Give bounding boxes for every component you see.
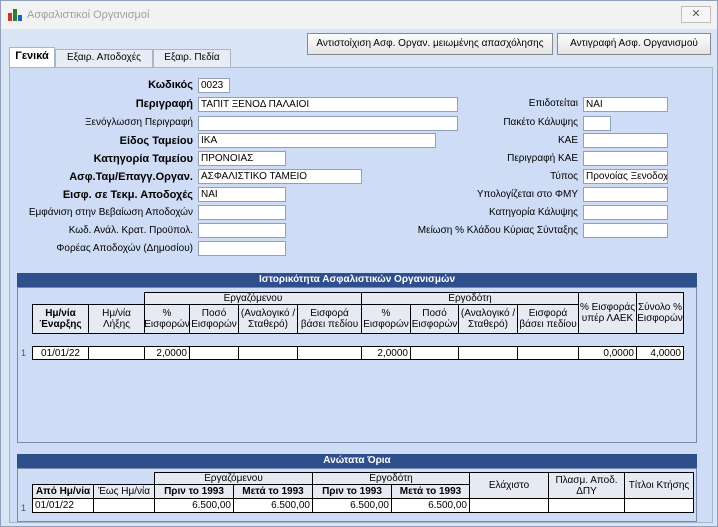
history-col-laek[interactable]: % Εισφοράς υπέρ ΛΑΕΚ bbox=[578, 292, 637, 334]
limits-section-header: Ανώτατα Όρια bbox=[17, 454, 697, 468]
history-cell-employer-proportional[interactable] bbox=[458, 346, 518, 360]
entry-in-earnings-field[interactable]: ΝΑΙ bbox=[198, 187, 286, 202]
branch-reduction-field[interactable] bbox=[583, 223, 668, 238]
coverage-package-label: Πακέτο Κάλυψης bbox=[503, 117, 578, 128]
limits-col-multiplier[interactable]: Πλασμ. Αποδ. ΔΠΥ bbox=[548, 472, 625, 499]
fund-category-field[interactable]: ΠΡΟΝΟΙΑΣ bbox=[198, 151, 286, 166]
subsidized-label: Επιδοτείται bbox=[528, 98, 578, 109]
limits-cell-titles[interactable] bbox=[624, 498, 694, 513]
history-col-total[interactable]: Σύνολο % Εισφορών bbox=[636, 292, 684, 334]
limits-col-employer-before[interactable]: Πριν το 1993 bbox=[312, 484, 392, 499]
tab-excluded-fields[interactable]: Εξαιρ. Πεδία bbox=[153, 49, 231, 67]
history-cell-employee-pct[interactable]: 2,0000 bbox=[144, 346, 190, 360]
history-cell-employee-field[interactable] bbox=[297, 346, 362, 360]
type-label: Τύπος bbox=[550, 171, 578, 182]
history-col-employer-amount[interactable]: Ποσό Εισφορών bbox=[410, 304, 459, 334]
foreign-description-label: Ξενόγλωσση Περιγραφή bbox=[85, 117, 193, 128]
history-cell-employer-pct[interactable]: 2,0000 bbox=[361, 346, 411, 360]
history-cell-employer-amount[interactable] bbox=[410, 346, 459, 360]
limits-col-titles[interactable]: Τίτλοι Κτήσης bbox=[624, 472, 694, 499]
fund-type-label: Είδος Ταμείου bbox=[119, 135, 193, 147]
history-cell-employer-field[interactable] bbox=[517, 346, 579, 360]
calc-fmy-field[interactable] bbox=[583, 187, 668, 202]
earnings-body-field[interactable] bbox=[198, 241, 286, 256]
limits-cell-from[interactable]: 01/01/22 bbox=[32, 498, 94, 513]
type-field[interactable]: Προνοίας Ξενοδοχ bbox=[583, 169, 668, 184]
limits-col-from[interactable]: Από Ημ/νία bbox=[32, 484, 94, 499]
limits-col-to[interactable]: Έως Ημ/νία bbox=[93, 484, 155, 499]
history-grid: Εργαζόμενου Εργοδότη Ημ/νία Έναρξης Ημ/ν… bbox=[17, 287, 697, 443]
limits-col-employee-after[interactable]: Μετά το 1993 bbox=[233, 484, 313, 499]
app-icon bbox=[8, 8, 22, 22]
code-field[interactable]: 0023 bbox=[198, 78, 230, 93]
code-label: Κωδικός bbox=[148, 79, 193, 91]
limits-cell-employer-after[interactable]: 6.500,00 bbox=[391, 498, 470, 513]
kae-field[interactable] bbox=[583, 133, 668, 148]
history-cell-laek[interactable]: 0,0000 bbox=[578, 346, 637, 360]
earnings-body-label: Φορέας Αποδοχών (Δημοσίου) bbox=[56, 243, 193, 254]
history-col-end[interactable]: Ημ/νία Λήξης bbox=[88, 304, 145, 334]
insurance-org-label: Ασφ.Ταμ/Επαγγ.Οργαν. bbox=[69, 171, 193, 183]
limits-row-number: 1 bbox=[21, 503, 27, 513]
branch-reduction-label: Μείωση % Κλάδου Κύριας Σύνταξης bbox=[417, 225, 578, 236]
show-in-certificate-label: Εμφάνιση στην Βεβαίωση Αποδοχών bbox=[28, 207, 193, 218]
history-col-employee-amount[interactable]: Ποσό Εισφορών bbox=[189, 304, 239, 334]
coverage-category-field[interactable] bbox=[583, 205, 668, 220]
fund-category-label: Κατηγορία Ταμείου bbox=[93, 153, 193, 165]
limits-cell-employee-before[interactable]: 6.500,00 bbox=[154, 498, 234, 513]
limits-cell-to[interactable] bbox=[93, 498, 155, 513]
limits-col-employer-after[interactable]: Μετά το 1993 bbox=[391, 484, 470, 499]
kae-description-field[interactable] bbox=[583, 151, 668, 166]
limits-col-employee-before[interactable]: Πριν το 1993 bbox=[154, 484, 234, 499]
limits-col-minimum[interactable]: Ελάχιστο bbox=[469, 472, 549, 499]
copy-org-button[interactable]: Αντιγραφή Ασφ. Οργανισμού bbox=[557, 33, 711, 55]
close-button[interactable]: ✕ bbox=[681, 6, 711, 23]
subsidized-field[interactable]: ΝΑΙ bbox=[583, 97, 668, 112]
limits-grid: Εργαζόμενου Εργοδότη Από Ημ/νία Έως Ημ/ν… bbox=[17, 468, 697, 522]
kae-label: ΚΑΕ bbox=[557, 135, 578, 146]
entry-in-earnings-label: Εισφ. σε Τεκμ. Αποδοχές bbox=[62, 189, 193, 201]
tab-general[interactable]: Γενικά bbox=[9, 47, 55, 67]
analysis-code-label: Κωδ. Ανάλ. Κρατ. Προϋπολ. bbox=[68, 225, 193, 236]
history-cell-end[interactable] bbox=[88, 346, 145, 360]
history-col-employer-proportional[interactable]: (Αναλογικό / Σταθερό) bbox=[458, 304, 518, 334]
kae-description-label: Περιγραφή ΚΑΕ bbox=[507, 153, 578, 164]
history-cell-employee-proportional[interactable] bbox=[238, 346, 298, 360]
limits-cell-minimum[interactable] bbox=[469, 498, 549, 513]
history-col-employee-field[interactable]: Εισφορά βάσει πεδίου bbox=[297, 304, 362, 334]
history-section-header: Ιστορικότητα Ασφαλιστικών Οργανισμών bbox=[17, 273, 697, 287]
insurance-org-field[interactable]: ΑΣΦΑΛΙΣΤΙΚΟ ΤΑΜΕΙΟ bbox=[198, 169, 362, 184]
history-col-employer-field[interactable]: Εισφορά βάσει πεδίου bbox=[517, 304, 579, 334]
limits-cell-employee-after[interactable]: 6.500,00 bbox=[233, 498, 313, 513]
window-title: Ασφαλιστικοί Οργανισμοί bbox=[27, 9, 150, 21]
show-in-certificate-field[interactable] bbox=[198, 205, 286, 220]
history-col-employer-pct[interactable]: % Εισφορών bbox=[361, 304, 411, 334]
limits-cell-multiplier[interactable] bbox=[548, 498, 625, 513]
history-cell-employee-amount[interactable] bbox=[189, 346, 239, 360]
calc-fmy-label: Υπολογίζεται στο ΦΜΥ bbox=[476, 189, 578, 200]
history-row-number: 1 bbox=[21, 348, 27, 358]
coverage-category-label: Κατηγορία Κάλυψης bbox=[489, 207, 578, 218]
map-reduced-employment-button[interactable]: Αντιστοίχιση Ασφ. Οργαν. μειωμένης απασχ… bbox=[307, 33, 553, 55]
tab-excluded-earnings[interactable]: Εξαιρ. Αποδοχές bbox=[55, 49, 153, 67]
limits-cell-employer-before[interactable]: 6.500,00 bbox=[312, 498, 392, 513]
history-cell-total[interactable]: 4,0000 bbox=[636, 346, 684, 360]
history-col-employee-pct[interactable]: % Εισφορών bbox=[144, 304, 190, 334]
history-col-start[interactable]: Ημ/νία Έναρξης bbox=[32, 304, 89, 334]
history-cell-start[interactable]: 01/01/22 bbox=[32, 346, 89, 360]
main-window: Ασφαλιστικοί Οργανισμοί ✕ Αντιστοίχιση Α… bbox=[0, 0, 718, 527]
title-bar: Ασφαλιστικοί Οργανισμοί ✕ bbox=[1, 1, 717, 29]
description-label: Περιγραφή bbox=[135, 98, 193, 110]
history-col-employee-proportional[interactable]: (Αναλογικό / Σταθερό) bbox=[238, 304, 298, 334]
analysis-code-field[interactable] bbox=[198, 223, 286, 238]
coverage-package-field[interactable] bbox=[583, 116, 611, 131]
